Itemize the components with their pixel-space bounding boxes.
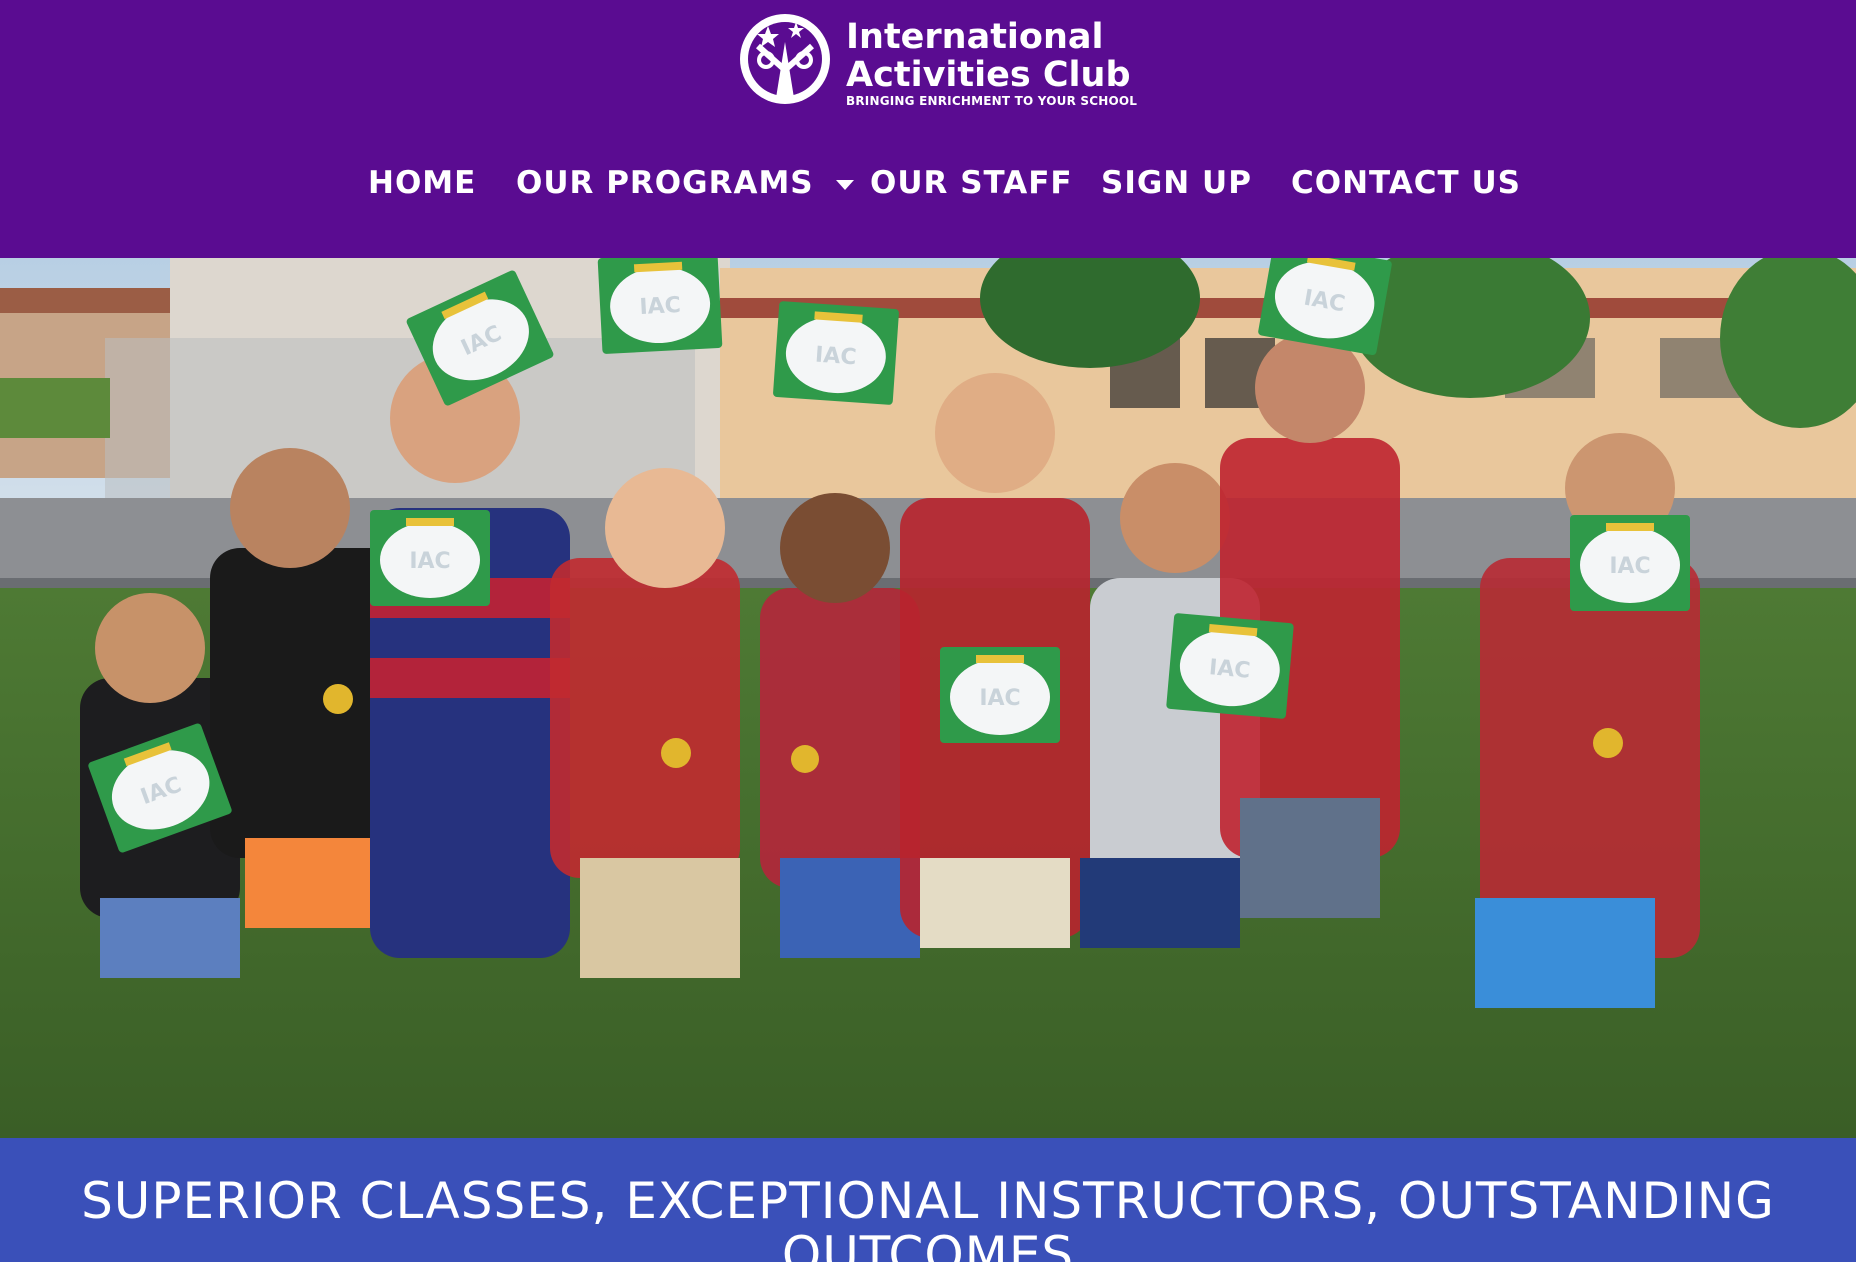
nav-sign-up[interactable]: SIGN UP: [1101, 165, 1252, 201]
nav-our-staff[interactable]: OUR STAFF: [870, 165, 1073, 201]
site-logo[interactable]: International Activities Club BRINGING E…: [738, 12, 1137, 112]
nav-our-programs-label: OUR PROGRAMS: [516, 165, 814, 201]
logo-tagline: BRINGING ENRICHMENT TO YOUR SCHOOL: [846, 94, 1138, 108]
club-logo-icon: [740, 14, 830, 104]
tagline-banner: SUPERIOR CLASSES, EXCEPTIONAL INSTRUCTOR…: [0, 1138, 1856, 1262]
logo-name-line2: Activities Club: [846, 55, 1131, 95]
nav-our-programs[interactable]: OUR PROGRAMS: [516, 165, 854, 201]
main-nav: HOME OUR PROGRAMS OUR STAFF SIGN UP CONT…: [0, 165, 1856, 217]
nav-home[interactable]: HOME: [368, 165, 476, 201]
chevron-down-icon[interactable]: [835, 179, 854, 190]
banner-headline: SUPERIOR CLASSES, EXCEPTIONAL INSTRUCTOR…: [81, 1172, 1775, 1262]
site-header: International Activities Club BRINGING E…: [0, 0, 1856, 258]
logo-name-line1: International: [846, 17, 1104, 57]
hero-illustration: IAC: [0, 258, 1856, 1138]
hero-photo: IAC: [0, 258, 1856, 1138]
nav-contact-us[interactable]: CONTACT US: [1291, 165, 1521, 201]
